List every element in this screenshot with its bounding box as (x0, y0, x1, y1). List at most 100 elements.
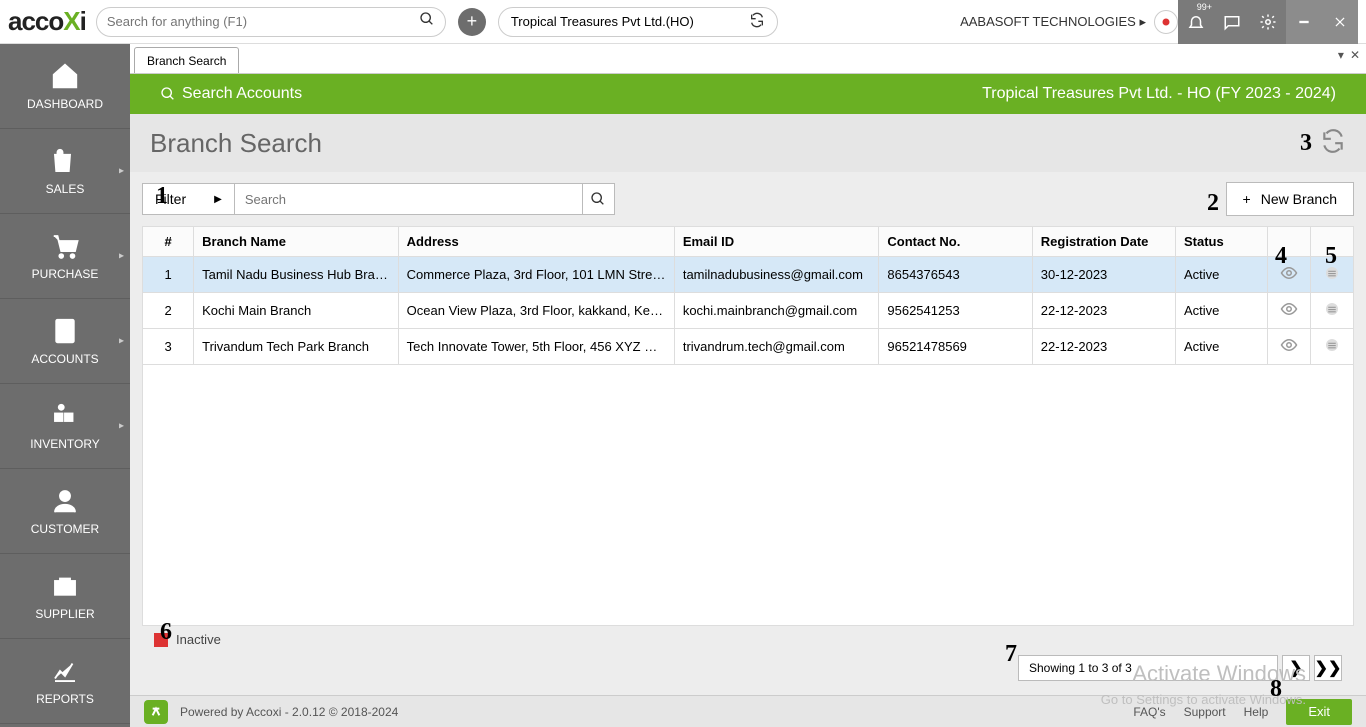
row-menu-button[interactable] (1310, 293, 1353, 329)
tab-branch-search[interactable]: Branch Search (134, 47, 239, 73)
cell-reg-date: 22-12-2023 (1032, 329, 1175, 365)
close-window-button[interactable] (1322, 0, 1358, 44)
context-title: Search Accounts (182, 85, 302, 103)
tab-dropdown-icon[interactable]: ▾ (1338, 48, 1344, 62)
chevron-right-icon: ▸ (119, 421, 124, 432)
cell-contact: 9562541253 (879, 293, 1032, 329)
menu-icon (1319, 300, 1345, 318)
menu-icon (1319, 336, 1345, 354)
cell-contact: 8654376543 (879, 257, 1032, 293)
page-header: Branch Search (130, 114, 1366, 172)
company-selector[interactable]: Tropical Treasures Pvt Ltd.(HO) (498, 7, 778, 37)
settings-icon[interactable] (1250, 0, 1286, 44)
sidebar: DASHBOARD SALES▸ PURCHASE▸ ACCOUNTS▸ INV… (0, 44, 130, 727)
eye-icon (1276, 300, 1302, 318)
tab-strip: Branch Search ▾ ✕ (130, 44, 1366, 74)
cell-index: 3 (143, 329, 194, 365)
menu-icon (1319, 264, 1345, 282)
exit-button[interactable]: Exit (1286, 699, 1352, 725)
table-row[interactable]: 1Tamil Nadu Business Hub BranchCommerce … (143, 257, 1354, 293)
context-bar: Search Accounts Tropical Treasures Pvt L… (130, 74, 1366, 114)
minimize-button[interactable] (1286, 0, 1322, 44)
legend: Inactive (142, 626, 1354, 653)
cell-index: 2 (143, 293, 194, 329)
global-search[interactable] (96, 7, 446, 37)
tab-close-icon[interactable]: ✕ (1350, 48, 1360, 62)
sidebar-item-dashboard[interactable]: DASHBOARD (0, 44, 130, 129)
sidebar-item-inventory[interactable]: INVENTORY▸ (0, 384, 130, 469)
search-button[interactable] (582, 183, 614, 215)
table-header-row: # Branch Name Address Email ID Contact N… (143, 227, 1354, 257)
pager-next-button[interactable]: ❯ (1282, 655, 1310, 681)
eye-icon (1276, 264, 1302, 282)
pager-row: Showing 1 to 3 of 3 ❯ ❯❯ (142, 653, 1354, 687)
footer-support-link[interactable]: Support (1184, 705, 1226, 719)
search-icon (419, 11, 435, 32)
pager-info: Showing 1 to 3 of 3 (1018, 655, 1278, 681)
search-icon (160, 86, 176, 102)
global-search-input[interactable] (107, 14, 419, 29)
page-title: Branch Search (150, 128, 322, 159)
sidebar-item-accounts[interactable]: ACCOUNTS▸ (0, 299, 130, 384)
sync-icon (749, 12, 765, 31)
footer-faq-link[interactable]: FAQ's (1133, 705, 1165, 719)
user-name[interactable]: AABASOFT TECHNOLOGIES ▸ (952, 14, 1154, 30)
add-button[interactable]: + (458, 8, 486, 36)
new-branch-button[interactable]: + New Branch (1226, 182, 1354, 216)
sidebar-item-reports[interactable]: REPORTS (0, 639, 130, 724)
view-row-button[interactable] (1268, 293, 1311, 329)
cell-branch-name: Tamil Nadu Business Hub Branch (194, 257, 399, 293)
cell-branch-name: Trivandum Tech Park Branch (194, 329, 399, 365)
cell-status: Active (1175, 293, 1267, 329)
toolbar: Filter ▶ + New Branch (130, 172, 1366, 226)
chat-icon[interactable] (1214, 0, 1250, 44)
inactive-color-icon (154, 633, 168, 647)
app-logo: accoXi (8, 6, 86, 37)
table-row[interactable]: 2Kochi Main BranchOcean View Plaza, 3rd … (143, 293, 1354, 329)
cell-email: kochi.mainbranch@gmail.com (674, 293, 879, 329)
sidebar-item-sales[interactable]: SALES▸ (0, 129, 130, 214)
view-row-button[interactable] (1268, 257, 1311, 293)
branch-table: # Branch Name Address Email ID Contact N… (142, 226, 1354, 365)
main-area: Branch Search ▾ ✕ Search Accounts Tropic… (130, 44, 1366, 727)
footer-logo-icon (144, 700, 168, 724)
footer: Powered by Accoxi - 2.0.12 © 2018-2024 F… (130, 695, 1366, 727)
sidebar-item-purchase[interactable]: PURCHASE▸ (0, 214, 130, 299)
cell-address: Ocean View Plaza, 3rd Floor, kakkand, Ke… (398, 293, 674, 329)
top-bar: accoXi + Tropical Treasures Pvt Ltd.(HO)… (0, 0, 1366, 44)
powered-by: Powered by Accoxi - 2.0.12 © 2018-2024 (180, 705, 398, 719)
play-icon: ▶ (214, 194, 222, 205)
footer-help-link[interactable]: Help (1244, 705, 1269, 719)
table-empty-area (142, 365, 1354, 626)
cell-reg-date: 30-12-2023 (1032, 257, 1175, 293)
notifications-icon[interactable]: 99+ (1178, 0, 1214, 44)
top-action-icons: 99+ (1178, 0, 1358, 44)
row-menu-button[interactable] (1310, 329, 1353, 365)
context-company-fy: Tropical Treasures Pvt Ltd. - HO (FY 202… (982, 85, 1336, 103)
view-row-button[interactable] (1268, 329, 1311, 365)
cell-contact: 96521478569 (879, 329, 1032, 365)
cell-email: tamilnadubusiness@gmail.com (674, 257, 879, 293)
chevron-right-icon: ▸ (119, 251, 124, 262)
cell-address: Commerce Plaza, 3rd Floor, 101 LMN Stree… (398, 257, 674, 293)
cell-index: 1 (143, 257, 194, 293)
user-avatar-icon[interactable] (1154, 10, 1178, 34)
cell-address: Tech Innovate Tower, 5th Floor, 456 XYZ … (398, 329, 674, 365)
cell-status: Active (1175, 329, 1267, 365)
filter-button[interactable]: Filter ▶ (142, 183, 235, 215)
company-name: Tropical Treasures Pvt Ltd.(HO) (511, 14, 694, 29)
cell-reg-date: 22-12-2023 (1032, 293, 1175, 329)
cell-status: Active (1175, 257, 1267, 293)
table-row[interactable]: 3Trivandum Tech Park BranchTech Innovate… (143, 329, 1354, 365)
cell-email: trivandrum.tech@gmail.com (674, 329, 879, 365)
search-input[interactable] (235, 192, 582, 207)
sidebar-item-supplier[interactable]: SUPPLIER (0, 554, 130, 639)
refresh-icon[interactable] (1320, 141, 1346, 158)
sidebar-item-customer[interactable]: CUSTOMER (0, 469, 130, 554)
row-menu-button[interactable] (1310, 257, 1353, 293)
pager-last-button[interactable]: ❯❯ (1314, 655, 1342, 681)
eye-icon (1276, 336, 1302, 354)
plus-icon: + (1243, 191, 1251, 207)
cell-branch-name: Kochi Main Branch (194, 293, 399, 329)
chevron-right-icon: ▸ (119, 166, 124, 177)
